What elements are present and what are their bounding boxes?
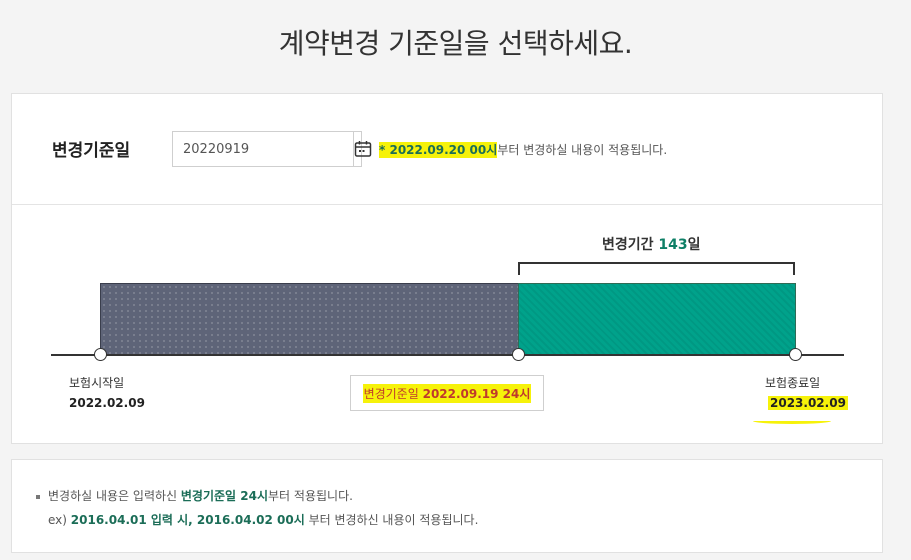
- elapsed-period-bar: [100, 283, 519, 356]
- date-picker: [172, 131, 372, 167]
- apply-notice-text: 부터 변경하실 내용이 적용됩니다.: [497, 143, 668, 157]
- info-line-1: 변경하실 내용은 입력하신 변경기준일 24시부터 적용됩니다.: [36, 487, 353, 504]
- start-node: [94, 348, 107, 361]
- end-node: [789, 348, 802, 361]
- change-period-label: 변경기간 143일: [602, 234, 701, 254]
- start-date: 2022.02.09: [69, 396, 145, 410]
- end-date: 2023.02.09: [768, 396, 848, 410]
- page-title: 계약변경 기준일을 선택하세요.: [278, 27, 633, 60]
- period-days: 143: [658, 237, 688, 253]
- info-text-a: 변경하실 내용은 입력하신: [48, 489, 181, 503]
- change-date-highlight: 변경기준일 2022.09.19 24시: [362, 383, 532, 403]
- period-text: 변경기간: [602, 237, 654, 253]
- date-select-card: 변경기준일 * 2022.09.20 00시부터 변경하실 내용이 적용됩니다.…: [11, 93, 883, 444]
- date-input-section: 변경기준일 * 2022.09.20 00시부터 변경하실 내용이 적용됩니다.: [12, 94, 882, 205]
- calendar-icon: [354, 141, 372, 157]
- apply-notice-highlight: * 2022.09.20 00시: [379, 142, 498, 158]
- period-bracket: [518, 262, 795, 275]
- highlight-mark: [753, 418, 831, 424]
- info-line-2: ex) 2016.04.01 입력 시, 2016.04.02 00시 부터 변…: [48, 511, 478, 528]
- notice-star: *: [379, 143, 386, 157]
- change-node: [512, 348, 525, 361]
- remaining-period-bar: [518, 283, 796, 356]
- period-unit: 일: [687, 237, 701, 253]
- example-prefix: ex): [48, 513, 71, 527]
- info-text-b: 변경기준일 24시: [180, 489, 269, 503]
- change-date-value: 2022.09.19 24시: [422, 386, 531, 401]
- start-label: 보험시작일: [69, 376, 125, 390]
- change-date-box: 변경기준일 2022.09.19 24시: [350, 375, 544, 411]
- bullet-icon: [36, 494, 40, 499]
- info-card: 변경하실 내용은 입력하신 변경기준일 24시부터 적용됩니다. ex) 201…: [11, 459, 883, 553]
- change-date-caption: 변경기준일: [363, 386, 419, 401]
- calendar-button[interactable]: [353, 132, 372, 166]
- timeline-axis: [51, 354, 844, 356]
- apply-date: 2022.09.20 00시: [389, 143, 498, 157]
- end-date-text: 2023.02.09: [768, 396, 848, 410]
- end-label: 보험종료일: [765, 376, 821, 390]
- info-text-c: 부터 적용됩니다.: [268, 489, 353, 503]
- apply-notice: * 2022.09.20 00시부터 변경하실 내용이 적용됩니다.: [379, 141, 667, 158]
- change-date-label: 변경기준일: [52, 141, 131, 161]
- change-date-input[interactable]: [173, 132, 353, 166]
- example-text: 부터 변경하신 내용이 적용됩니다.: [304, 513, 479, 527]
- example-date: 2016.04.01 입력 시, 2016.04.02 00시: [70, 513, 305, 527]
